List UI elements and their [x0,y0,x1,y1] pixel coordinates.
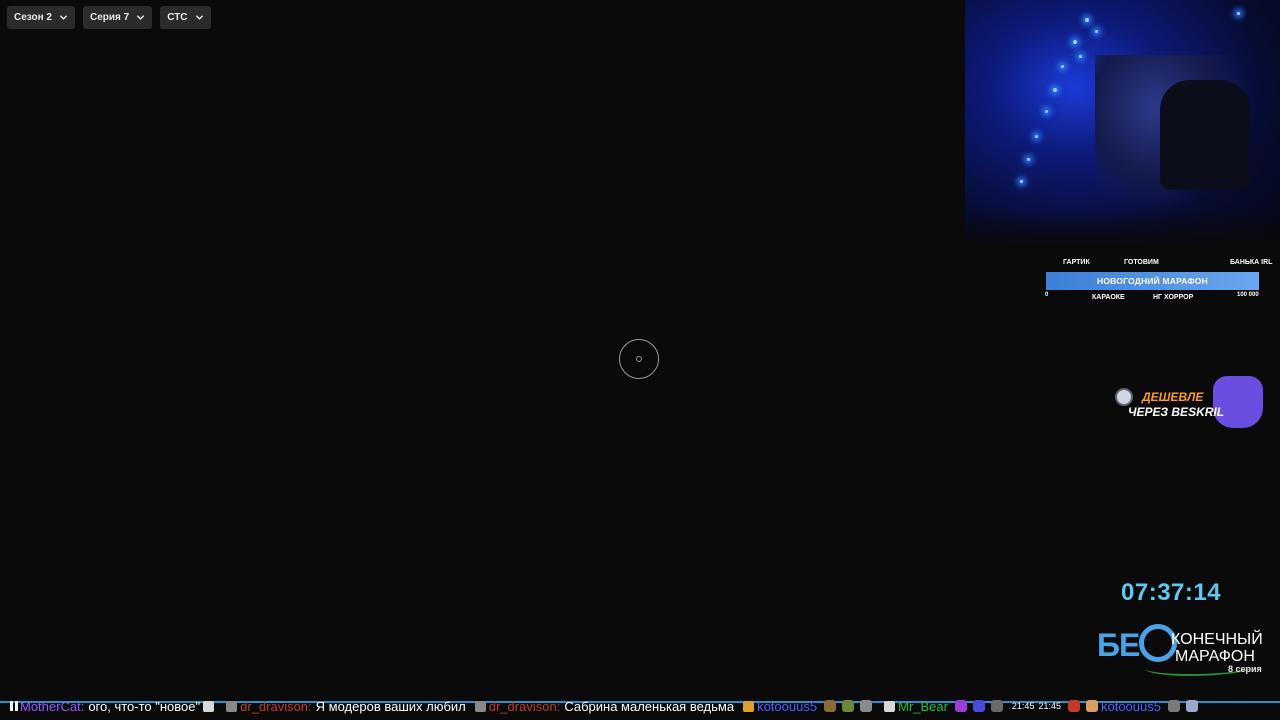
webcam-feed [965,0,1280,248]
chat-message: Mr_Bear [881,699,1006,714]
marathon-progress-bar: НОВОГОДНИЙ МАРАФОН [1046,272,1259,290]
marathon-goals: ГАРТИК ГОТОВИМ БАНЬКА IRL НОВОГОДНИЙ МАР… [1043,256,1278,306]
emote-icon [842,700,855,712]
emote-icon [1067,700,1080,712]
chat-message: kotoouus5 [740,699,875,714]
chat-user: dr_dravison: [240,698,312,714]
chat-user: dr_dravison: [488,698,561,714]
chat-user: kotoouus5 [757,698,818,714]
season-dropdown[interactable]: Сезон 2 [7,6,75,29]
goal-label: ГОТОВИМ [1124,259,1159,266]
emote-icon [860,700,873,712]
chevron-down-icon [195,15,203,20]
chat-message: MotherCat: ого, что-то "новое" [20,699,217,714]
emote-icon [1085,700,1098,712]
chat-text: ого, что-то "новое" [88,698,201,714]
episode-selectors: Сезон 2 Серия 7 СТС [7,6,211,29]
pause-button[interactable] [10,701,20,711]
chevron-down-icon [59,15,68,20]
goal-label: ГАРТИК [1063,259,1090,266]
goal-label: НГ ХОРРОР [1153,294,1194,301]
logo-word1: КОНЕЧНЫЙ [1171,631,1263,648]
chat-time: 21:45 [1038,701,1061,711]
loading-spinner-icon [619,339,659,379]
chat-user: MotherCat: [20,698,85,714]
marathon-logo: БЕ КОНЕЧНЫЙ МАРАФОН 8 серия [1097,620,1267,682]
stream-timer: 07:37:14 [1121,579,1222,606]
chevron-down-icon [137,15,145,20]
emote-icon [954,700,967,712]
logo-sub: 8 серия [1228,664,1262,674]
sponsor-line1: ДЕШЕВЛЕ [1142,390,1204,404]
chat-message: dr_dravison: Сабрина маленькая ведьма [472,699,734,714]
sponsor-banner: ДЕШЕВЛЕ ЧЕРЕЗ BESKRIL [1112,368,1267,430]
emote-icon [743,700,755,712]
goal-label: БАНЬКА IRL [1230,259,1273,266]
episode-label: Серия 7 [90,12,130,23]
episode-dropdown[interactable]: Серия 7 [83,6,153,29]
chat-text: Я модеров ваших любил [315,698,466,714]
chat-user: kotoouus5 [1100,698,1161,714]
emote-icon [990,700,1003,712]
mod-badge-icon [474,700,486,712]
chat-user: Mr_Bear [898,698,948,714]
chat-ticker: MotherCat: ого, что-то "новое" dr_dravis… [0,695,1280,717]
emote-icon [972,700,985,712]
goal-max: 100 000 [1237,292,1259,298]
goal-min: 0 [1045,292,1049,298]
sponsor-line2: ЧЕРЕЗ BESKRIL [1128,405,1225,419]
cat-mascot-icon [1213,376,1263,428]
emote-icon [824,700,837,712]
chat-text: Сабрина маленькая ведьма [564,698,735,714]
mod-badge-icon [226,700,238,712]
emote-icon [203,700,215,712]
channel-label: СТС [167,12,188,23]
emote-icon [1185,700,1198,712]
emote-icon [884,700,896,712]
season-label: Сезон 2 [14,12,52,23]
streamer-shirt [1160,80,1250,190]
emote-icon [1167,700,1180,712]
channel-dropdown[interactable]: СТС [160,6,211,29]
goal-label: КАРАОКЕ [1092,294,1125,301]
progress-bar-label: НОВОГОДНИЙ МАРАФОН [1097,276,1208,286]
steam-icon [1115,388,1133,406]
chat-time: 21:45 [1011,701,1035,711]
chat-message: dr_dravison: Я модеров ваших любил [223,699,466,714]
logo-prefix: БЕ [1097,627,1140,663]
